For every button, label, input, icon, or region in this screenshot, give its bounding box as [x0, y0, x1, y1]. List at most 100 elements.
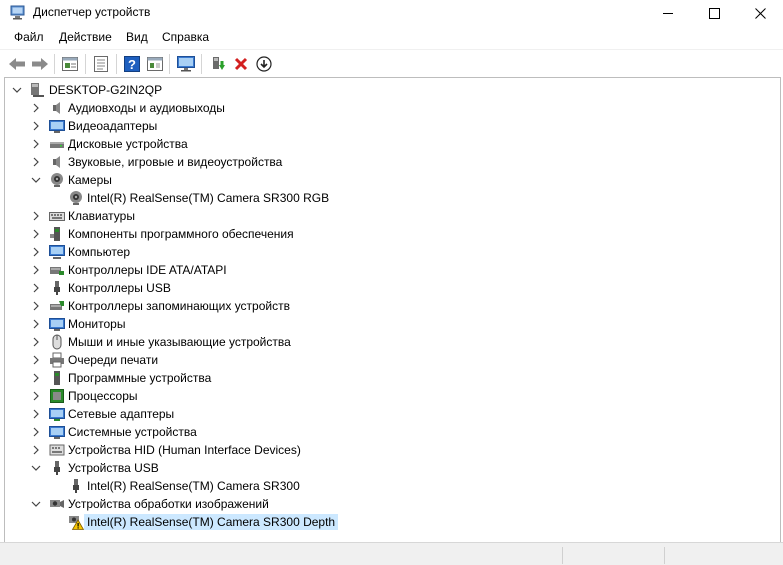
tree-item-software-devices[interactable]: Программные устройства — [5, 369, 765, 387]
uninstall-icon — [234, 57, 248, 71]
tree-item-label: Дисковые устройства — [68, 137, 188, 151]
chevron-right-icon[interactable] — [31, 427, 41, 437]
tree-item-audio[interactable]: Аудиовходы и аудиовыходы — [5, 99, 765, 117]
chevron-right-icon[interactable] — [31, 391, 41, 401]
minimize-button[interactable] — [645, 0, 691, 26]
chevron-right-icon[interactable] — [31, 283, 41, 293]
camera-icon — [51, 173, 63, 187]
scan-hardware-button[interactable] — [175, 53, 197, 75]
tree-item-sound[interactable]: Звуковые, игровые и видеоустройства — [5, 153, 765, 171]
chevron-right-icon[interactable] — [31, 157, 41, 167]
menu-help[interactable]: Справка — [162, 30, 209, 44]
tree-item-label: Аудиовходы и аудиовыходы — [68, 101, 225, 115]
tree-item-keyboards[interactable]: Клавиатуры — [5, 207, 765, 225]
ide-controller-icon — [50, 267, 64, 275]
help-button[interactable]: ? — [121, 53, 143, 75]
maximize-button[interactable] — [691, 0, 737, 26]
tree-item-display-adapters[interactable]: Видеоадаптеры — [5, 117, 765, 135]
tree-item-label: Клавиатуры — [68, 209, 135, 223]
uninstall-button[interactable] — [230, 53, 252, 75]
chevron-right-icon[interactable] — [31, 373, 41, 383]
update-driver-button[interactable] — [207, 53, 229, 75]
network-adapter-icon — [49, 408, 65, 421]
tree-item-imaging-devices[interactable]: Устройства обработки изображений — [5, 495, 765, 513]
menu-view[interactable]: Вид — [126, 30, 148, 44]
chevron-down-icon[interactable] — [31, 463, 41, 473]
tree-item-camera-rgb[interactable]: Intel(R) RealSense(TM) Camera SR300 RGB — [5, 189, 765, 207]
computer-root-icon — [31, 83, 44, 97]
chevron-right-icon[interactable] — [31, 445, 41, 455]
tree-item-label: Мыши и иные указывающие устройства — [68, 335, 291, 349]
chevron-right-icon[interactable] — [31, 211, 41, 221]
back-button[interactable] — [6, 53, 28, 75]
chevron-right-icon[interactable] — [31, 319, 41, 329]
chevron-right-icon[interactable] — [31, 229, 41, 239]
chevron-right-icon[interactable] — [31, 301, 41, 311]
download-icon — [256, 56, 272, 72]
tree-item-usb-devices[interactable]: Устройства USB — [5, 459, 765, 477]
chevron-right-icon[interactable] — [31, 265, 41, 275]
menu-bar: Файл Действие Вид Справка — [0, 26, 783, 48]
tree-item-system-devices[interactable]: Системные устройства — [5, 423, 765, 441]
title-bar: Диспетчер устройств — [0, 0, 783, 26]
mouse-icon — [52, 334, 62, 350]
chevron-right-icon[interactable] — [31, 247, 41, 257]
tree-item-label: Компоненты программного обеспечения — [68, 227, 294, 241]
tree-item-label: Видеоадаптеры — [68, 119, 158, 133]
tree-item-label: Процессоры — [68, 389, 138, 403]
enable-device-button[interactable] — [253, 53, 275, 75]
chevron-down-icon[interactable] — [12, 85, 22, 95]
storage-controller-icon — [50, 301, 64, 310]
svg-text:?: ? — [128, 57, 136, 72]
tree-item-network-adapters[interactable]: Сетевые адаптеры — [5, 405, 765, 423]
menu-file[interactable]: Файл — [14, 30, 44, 44]
maximize-icon — [708, 7, 720, 19]
properties-view-icon — [62, 57, 78, 71]
chevron-down-icon[interactable] — [31, 499, 41, 509]
close-button[interactable] — [737, 0, 783, 26]
device-manager-icon — [10, 5, 26, 20]
status-separator — [562, 547, 563, 564]
tree-item-software-components[interactable]: Компоненты программного обеспечения — [5, 225, 765, 243]
printer-icon — [50, 352, 64, 368]
tree-item-disks[interactable]: Дисковые устройства — [5, 135, 765, 153]
tree-item-processors[interactable]: Процессоры — [5, 387, 765, 405]
computer-icon — [49, 245, 65, 259]
document-button[interactable] — [90, 53, 112, 75]
tree-item-monitors[interactable]: Мониторы — [5, 315, 765, 333]
grid-view-button[interactable] — [144, 53, 166, 75]
warning-device-icon — [69, 516, 84, 530]
help-icon: ? — [124, 56, 140, 72]
tree-item-usb-controllers[interactable]: Контроллеры USB — [5, 279, 765, 297]
tree-item-print-queues[interactable]: Очереди печати — [5, 351, 765, 369]
chevron-right-icon[interactable] — [31, 409, 41, 419]
tree-item-usb-camera[interactable]: Intel(R) RealSense(TM) Camera SR300 — [5, 477, 765, 495]
imaging-device-icon — [50, 500, 64, 508]
tree-item-ide-controllers[interactable]: Контроллеры IDE ATA/ATAPI — [5, 261, 765, 279]
document-icon — [94, 56, 108, 72]
chevron-right-icon[interactable] — [31, 139, 41, 149]
properties-view-button[interactable] — [59, 53, 81, 75]
tree-item-hid[interactable]: Устройства HID (Human Interface Devices) — [5, 441, 765, 459]
tree-item-label: Контроллеры IDE ATA/ATAPI — [68, 263, 227, 277]
tree-item-storage-controllers[interactable]: Контроллеры запоминающих устройств — [5, 297, 765, 315]
chevron-right-icon[interactable] — [31, 121, 41, 131]
tree-item-depth-camera[interactable]: Intel(R) RealSense(TM) Camera SR300 Dept… — [5, 513, 765, 531]
menu-action[interactable]: Действие — [59, 30, 112, 44]
chevron-right-icon[interactable] — [31, 337, 41, 347]
device-tree: DESKTOP-G2IN2QP Аудиовходы и аудиовыходы… — [4, 77, 781, 542]
tree-item-label: Устройства HID (Human Interface Devices) — [68, 443, 301, 457]
tree-item-cameras[interactable]: Камеры — [5, 171, 765, 189]
usb-icon — [73, 479, 79, 493]
tree-item-label: Intel(R) RealSense(TM) Camera SR300 Dept… — [84, 514, 339, 530]
tree-root[interactable]: DESKTOP-G2IN2QP — [5, 81, 765, 99]
speaker-icon — [53, 156, 60, 168]
chevron-right-icon[interactable] — [31, 355, 41, 365]
tree-item-computer[interactable]: Компьютер — [5, 243, 765, 261]
tree-item-mice[interactable]: Мыши и иные указывающие устройства — [5, 333, 765, 351]
forward-button[interactable] — [29, 53, 51, 75]
keyboard-icon — [49, 212, 65, 221]
chevron-down-icon[interactable] — [31, 175, 41, 185]
tree-item-label: Камеры — [68, 173, 112, 187]
chevron-right-icon[interactable] — [31, 103, 41, 113]
